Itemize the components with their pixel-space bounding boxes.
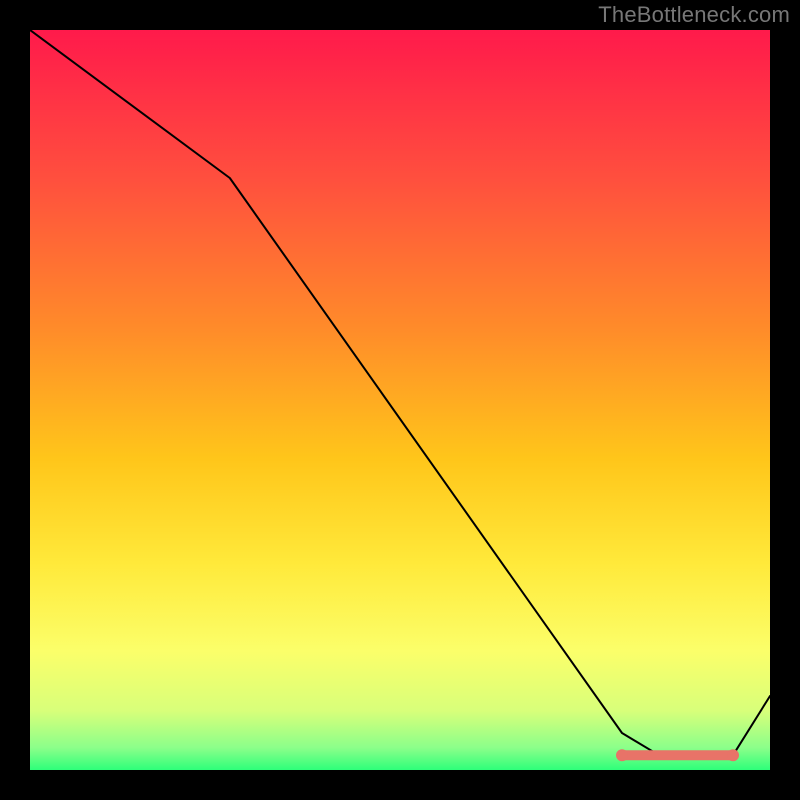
- highlight-dot-left: [616, 749, 628, 761]
- highlight-dot-right: [727, 749, 739, 761]
- background-rect: [30, 30, 770, 770]
- watermark-text: TheBottleneck.com: [598, 2, 790, 28]
- plot-area: [30, 30, 770, 770]
- chart-frame: TheBottleneck.com: [0, 0, 800, 800]
- chart-svg: [30, 30, 770, 770]
